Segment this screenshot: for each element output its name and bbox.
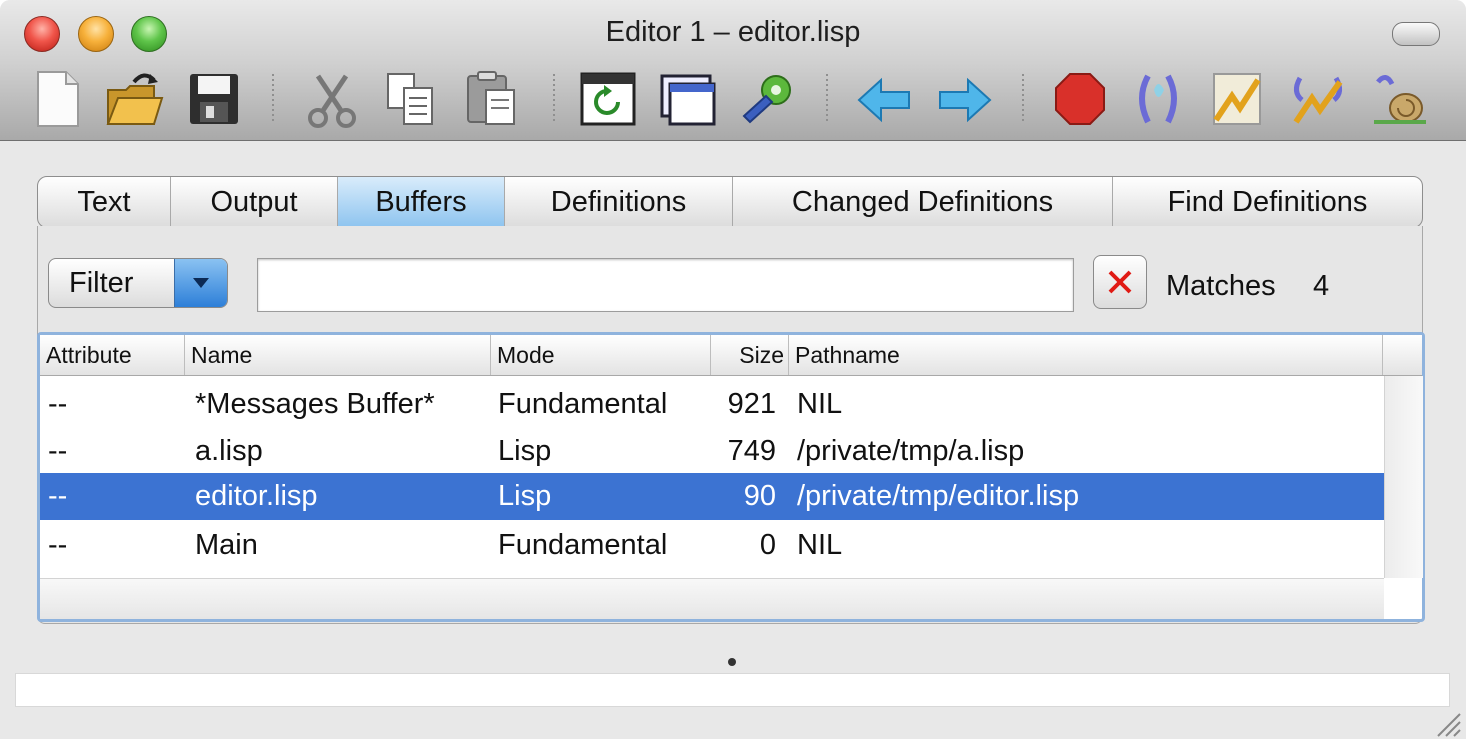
tab-bar: Text Output Buffers Definitions Changed … [37, 176, 1423, 228]
cell-attribute: -- [48, 388, 68, 420]
cell-pathname: /private/tmp/editor.lisp [797, 480, 1080, 512]
table-row[interactable]: -- *Messages Buffer* Fundamental 921 NIL [40, 381, 1384, 428]
cut-icon[interactable] [302, 68, 362, 130]
close-icon [1108, 270, 1132, 294]
column-header-name[interactable]: Name [185, 335, 491, 375]
toolbar-separator [826, 74, 828, 122]
filter-input[interactable] [257, 258, 1074, 312]
untrace-icon[interactable] [1288, 68, 1348, 130]
chevron-down-icon [174, 259, 227, 307]
refresh-window-icon[interactable] [578, 68, 638, 130]
table-row[interactable]: -- Main Fundamental 0 NIL [40, 522, 1384, 569]
cell-attribute: -- [48, 529, 68, 561]
snail-icon[interactable] [1370, 68, 1430, 130]
column-header-pathname[interactable]: Pathname [789, 335, 1383, 375]
new-file-icon[interactable] [28, 68, 88, 130]
tab-definitions[interactable]: Definitions [505, 177, 733, 227]
tab-changed-definitions[interactable]: Changed Definitions [733, 177, 1113, 227]
cell-mode: Lisp [498, 435, 552, 467]
tab-text[interactable]: Text [38, 177, 171, 227]
editor-window: Editor 1 – editor.lisp Text Output Buffe… [0, 0, 1466, 739]
vertical-scrollbar[interactable] [1384, 376, 1423, 578]
title-bar: Editor 1 – editor.lisp [0, 0, 1466, 141]
filter-label: Filter [69, 267, 134, 299]
cell-mode: Lisp [498, 480, 552, 512]
cell-mode: Fundamental [498, 388, 668, 420]
column-header-mode[interactable]: Mode [491, 335, 711, 375]
cell-size: 0 [759, 529, 776, 561]
save-icon[interactable] [184, 68, 244, 130]
cell-attribute: -- [48, 480, 68, 512]
tab-find-definitions[interactable]: Find Definitions [1113, 177, 1422, 227]
back-arrow-icon[interactable] [855, 68, 915, 130]
cell-name: editor.lisp [195, 480, 318, 512]
cell-size: 90 [743, 480, 776, 512]
filter-dropdown[interactable]: Filter [48, 258, 228, 308]
gear-wrench-icon[interactable] [738, 68, 798, 130]
window-title: Editor 1 – editor.lisp [605, 16, 861, 48]
cell-name: a.lisp [195, 435, 263, 467]
matches-count: 4 [1313, 270, 1330, 302]
matches-label: Matches [1166, 270, 1276, 302]
open-folder-icon[interactable] [104, 68, 164, 130]
toolbar-separator [553, 74, 555, 122]
paste-icon[interactable] [462, 68, 522, 130]
cell-name: Main [195, 529, 258, 561]
cell-mode: Fundamental [498, 529, 668, 561]
toolbar-separator [1022, 74, 1024, 122]
echo-area[interactable] [15, 673, 1450, 707]
clear-filter-button[interactable] [1093, 255, 1147, 309]
cell-pathname: NIL [797, 388, 843, 420]
cell-attribute: -- [48, 435, 68, 467]
stop-icon[interactable] [1050, 68, 1110, 130]
cell-pathname: /private/tmp/a.lisp [797, 435, 1025, 467]
forward-arrow-icon[interactable] [934, 68, 994, 130]
copy-icon[interactable] [382, 68, 442, 130]
cell-size: 749 [727, 435, 776, 467]
tab-output[interactable]: Output [171, 177, 338, 227]
column-header-attribute[interactable]: Attribute [40, 335, 185, 375]
table-row[interactable]: -- a.lisp Lisp 749 /private/tmp/a.lisp [40, 428, 1384, 475]
window-icon[interactable] [658, 68, 718, 130]
splitter-handle[interactable] [728, 658, 736, 666]
step-icon[interactable] [1128, 68, 1188, 130]
cell-pathname: NIL [797, 529, 843, 561]
tab-buffers[interactable]: Buffers [338, 177, 505, 227]
table-row-selected[interactable]: -- editor.lisp Lisp 90 /private/tmp/edit… [40, 473, 1384, 520]
cell-size: 921 [727, 388, 776, 420]
toolbar-toggle-button[interactable] [1392, 22, 1440, 46]
resize-grip-icon[interactable] [1432, 708, 1462, 738]
column-header-size[interactable]: Size [711, 335, 789, 375]
trace-icon[interactable] [1208, 68, 1268, 130]
cell-name: *Messages Buffer* [195, 388, 435, 420]
toolbar-separator [272, 74, 274, 122]
table-header: Attribute Name Mode Size Pathname [40, 335, 1422, 376]
horizontal-scrollbar[interactable] [40, 578, 1384, 619]
